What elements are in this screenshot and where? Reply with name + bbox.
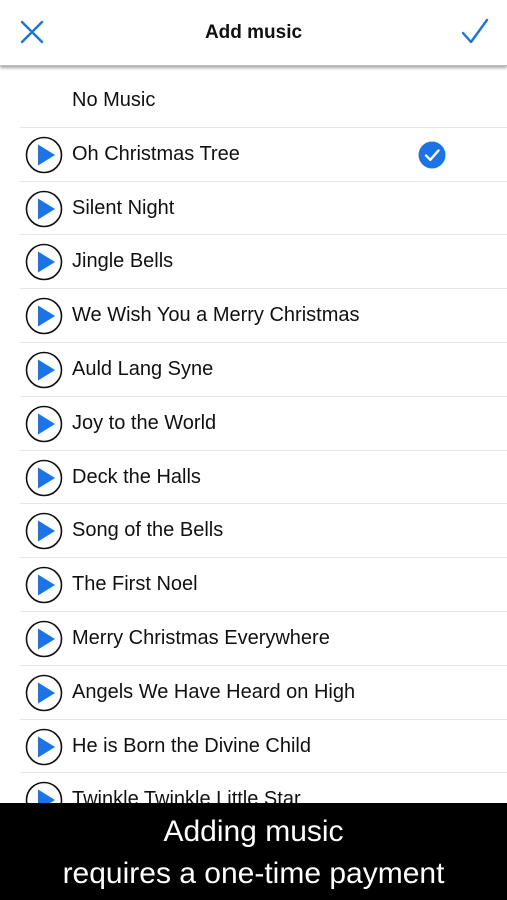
song-title: He is Born the Divine Child (72, 734, 311, 757)
play-icon (25, 190, 63, 227)
payment-banner: Adding music requires a one-time payment (0, 803, 507, 900)
play-button[interactable] (25, 351, 63, 389)
play-icon (25, 297, 63, 335)
play-button[interactable] (25, 674, 63, 712)
add-music-screen: Add music No Music Oh Christmas Tree Silen… (0, 0, 507, 900)
song-title: Silent Night (72, 196, 175, 219)
song-title: Twinkle Twinkle Little Star (72, 788, 301, 804)
song-row[interactable]: Oh Christmas Tree (20, 128, 507, 182)
play-button[interactable] (25, 728, 63, 766)
play-button[interactable] (25, 297, 63, 335)
play-icon (25, 405, 63, 443)
song-row[interactable]: We Wish You a Merry Christmas (20, 289, 507, 343)
banner-line-1: Adding music (163, 815, 344, 848)
song-row[interactable]: Merry Christmas Everywhere (20, 612, 507, 666)
song-title: Jingle Bells (72, 250, 174, 273)
play-button[interactable] (25, 405, 63, 443)
song-row[interactable]: No Music (20, 74, 507, 128)
play-icon (25, 351, 63, 389)
play-icon (25, 513, 63, 550)
song-row[interactable]: The First Noel (20, 558, 507, 612)
play-icon (25, 782, 63, 804)
song-row[interactable]: Song of the Bells (20, 504, 507, 559)
checkmark-icon (461, 18, 489, 44)
play-icon (25, 674, 63, 712)
song-row[interactable]: Twinkle Twinkle Little Star (20, 773, 507, 804)
song-row[interactable]: Auld Lang Syne (20, 343, 507, 397)
play-icon (25, 244, 63, 281)
play-button[interactable] (25, 566, 63, 604)
play-icon (25, 728, 63, 765)
song-title: Deck the Halls (72, 465, 201, 488)
play-icon (25, 459, 63, 496)
music-list: No Music Oh Christmas Tree Silent Night Jin… (0, 74, 507, 804)
song-title: Song of the Bells (72, 519, 224, 542)
play-button[interactable] (25, 243, 63, 281)
banner-line-2: requires a one-time payment (62, 857, 445, 890)
song-title: The First Noel (72, 573, 198, 596)
song-title: No Music (72, 89, 156, 111)
song-title: We Wish You a Merry Christmas (72, 304, 360, 327)
header-bar: Add music (0, 0, 507, 66)
song-row[interactable]: Joy to the World (20, 397, 507, 451)
play-button[interactable] (25, 459, 63, 497)
done-button[interactable] (460, 17, 490, 47)
song-row[interactable]: Silent Night (20, 182, 507, 236)
selected-check-icon (418, 141, 446, 169)
song-row[interactable]: Deck the Halls (20, 451, 507, 505)
play-icon (25, 620, 63, 658)
song-title: Auld Lang Syne (72, 357, 214, 380)
play-button[interactable] (25, 512, 63, 550)
play-button[interactable] (25, 136, 63, 174)
play-button[interactable] (25, 620, 63, 658)
song-title: Joy to the World (72, 411, 217, 434)
song-title: Merry Christmas Everywhere (72, 626, 330, 649)
play-button[interactable] (25, 781, 63, 804)
song-row[interactable]: Angels We Have Heard on High (20, 666, 507, 720)
song-row[interactable]: He is Born the Divine Child (20, 720, 507, 774)
play-icon (25, 136, 63, 174)
song-row[interactable]: Jingle Bells (20, 235, 507, 290)
song-title: Angels We Have Heard on High (72, 680, 356, 703)
play-icon (25, 566, 63, 604)
page-title: Add music (204, 22, 303, 43)
song-title: Oh Christmas Tree (72, 142, 240, 165)
play-button[interactable] (25, 190, 63, 228)
